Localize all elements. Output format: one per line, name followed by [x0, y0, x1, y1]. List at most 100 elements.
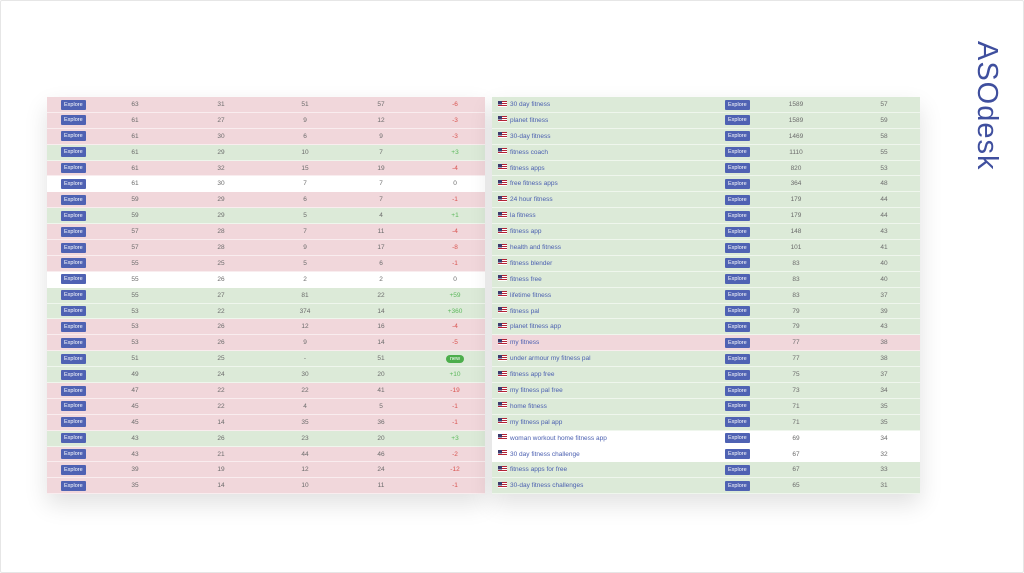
keyword-link[interactable]: 30 day fitness challenge [498, 447, 580, 463]
explore-button[interactable]: Explore [61, 306, 86, 317]
metric-value: 81 [301, 291, 309, 299]
keyword-link[interactable]: fitness pal [498, 304, 539, 320]
table-row: my fitness pal free Explore 73 34 [492, 383, 920, 399]
explore-button[interactable]: Explore [61, 480, 86, 491]
explore-button[interactable]: Explore [725, 353, 750, 364]
explore-button[interactable]: Explore [61, 464, 86, 475]
keyword-link[interactable]: free fitness apps [498, 176, 558, 192]
explore-button[interactable]: Explore [725, 290, 750, 301]
keyword-link[interactable]: my fitness [498, 335, 539, 351]
explore-button[interactable]: Explore [725, 321, 750, 332]
keyword-link[interactable]: planet fitness app [498, 319, 561, 335]
metric-value: 36 [377, 418, 385, 426]
explore-button[interactable]: Explore [725, 226, 750, 237]
keyword-link[interactable]: my fitness pal app [498, 415, 562, 431]
explore-button[interactable]: Explore [725, 369, 750, 380]
explore-button[interactable]: Explore [725, 480, 750, 491]
traffic-value: 79 [792, 323, 800, 331]
explore-button[interactable]: Explore [725, 210, 750, 221]
explore-button[interactable]: Explore [725, 115, 750, 126]
metric-value: 22 [217, 402, 225, 410]
explore-button[interactable]: Explore [61, 163, 86, 174]
keyword-link[interactable]: home fitness [498, 399, 547, 415]
explore-button[interactable]: Explore [725, 337, 750, 348]
explore-button[interactable]: Explore [61, 449, 86, 460]
change-value: +1 [451, 212, 459, 220]
keyword-link[interactable]: 30 day fitness [498, 97, 550, 113]
keyword-link[interactable]: my fitness pal free [498, 383, 563, 399]
explore-button[interactable]: Explore [61, 274, 86, 285]
keyword-link[interactable]: fitness apps for free [498, 462, 567, 478]
explore-button[interactable]: Explore [61, 258, 86, 269]
change-value: -6 [452, 101, 458, 108]
keyword-link[interactable]: 30-day fitness challenges [498, 478, 583, 494]
keyword-link[interactable]: fitness app [498, 224, 541, 240]
keyword-link[interactable]: 24 hour fitness [498, 192, 553, 208]
explore-button[interactable]: Explore [725, 131, 750, 142]
metric-value: 30 [217, 180, 225, 188]
us-flag-icon [498, 116, 507, 123]
keyword-link[interactable]: fitness app free [498, 367, 554, 383]
keyword-link[interactable]: health and fitness [498, 240, 561, 256]
keyword-link[interactable]: fitness free [498, 272, 542, 288]
explore-button[interactable]: Explore [725, 258, 750, 269]
explore-button[interactable]: Explore [725, 242, 750, 253]
explore-button[interactable]: Explore [725, 194, 750, 205]
explore-button[interactable]: Explore [725, 178, 750, 189]
explore-button[interactable]: Explore [61, 385, 86, 396]
table-row: Explore 53 26 12 16 -4 [47, 319, 485, 336]
traffic-value: 71 [792, 418, 800, 426]
keyword-link[interactable]: 30-day fitness [498, 129, 550, 145]
table-row: Explore 55 26 2 2 0 [47, 271, 485, 288]
keyword-link[interactable]: lifetime fitness [498, 288, 551, 304]
keyword-link[interactable]: la fitness [498, 208, 536, 224]
explore-button[interactable]: Explore [725, 385, 750, 396]
keyword-link[interactable]: fitness apps [498, 161, 545, 177]
keyword-link[interactable]: woman workout home fitness app [498, 431, 607, 447]
explore-button[interactable]: Explore [61, 401, 86, 412]
change-value: -4 [452, 164, 458, 172]
metric-value: 29 [217, 212, 225, 220]
explore-button[interactable]: Explore [725, 401, 750, 412]
explore-button[interactable]: Explore [61, 369, 86, 380]
keyword-text: health and fitness [510, 244, 561, 252]
table-row: under armour my fitness pal Explore 77 38 [492, 351, 920, 368]
explore-button[interactable]: Explore [725, 99, 750, 110]
explore-button[interactable]: Explore [725, 147, 750, 158]
table-row: health and fitness Explore 101 41 [492, 240, 920, 256]
keyword-link[interactable]: under armour my fitness pal [498, 351, 591, 367]
explore-button[interactable]: Explore [725, 433, 750, 444]
explore-button[interactable]: Explore [725, 417, 750, 428]
traffic-value: 83 [792, 259, 800, 267]
keyword-link[interactable]: fitness coach [498, 145, 548, 161]
keyword-text: 24 hour fitness [510, 196, 553, 204]
explore-button[interactable]: Explore [61, 353, 86, 364]
explore-button[interactable]: Explore [61, 337, 86, 348]
table-row: fitness app free Explore 75 37 [492, 367, 920, 384]
explore-button[interactable]: Explore [61, 99, 86, 110]
explore-button[interactable]: Explore [61, 178, 86, 189]
score-value: 41 [880, 244, 888, 252]
explore-button[interactable]: Explore [725, 274, 750, 285]
explore-button[interactable]: Explore [61, 194, 86, 205]
metric-value: 2 [303, 275, 307, 283]
explore-button[interactable]: Explore [725, 464, 750, 475]
explore-button[interactable]: Explore [61, 321, 86, 332]
explore-button[interactable]: Explore [61, 131, 86, 142]
explore-button[interactable]: Explore [61, 417, 86, 428]
keyword-link[interactable]: planet fitness [498, 113, 548, 129]
explore-button[interactable]: Explore [61, 242, 86, 253]
metric-value: 14 [377, 339, 385, 347]
explore-button[interactable]: Explore [725, 163, 750, 174]
explore-button[interactable]: Explore [61, 290, 86, 301]
explore-button[interactable]: Explore [725, 306, 750, 317]
explore-button[interactable]: Explore [725, 449, 750, 460]
explore-button[interactable]: Explore [61, 226, 86, 237]
explore-button[interactable]: Explore [61, 115, 86, 126]
keyword-link[interactable]: fitness blender [498, 256, 552, 272]
table-row: Explore 55 25 5 6 -1 [47, 255, 485, 272]
explore-button[interactable]: Explore [61, 147, 86, 158]
explore-button[interactable]: Explore [61, 210, 86, 221]
metric-value: 43 [131, 434, 139, 442]
explore-button[interactable]: Explore [61, 433, 86, 444]
